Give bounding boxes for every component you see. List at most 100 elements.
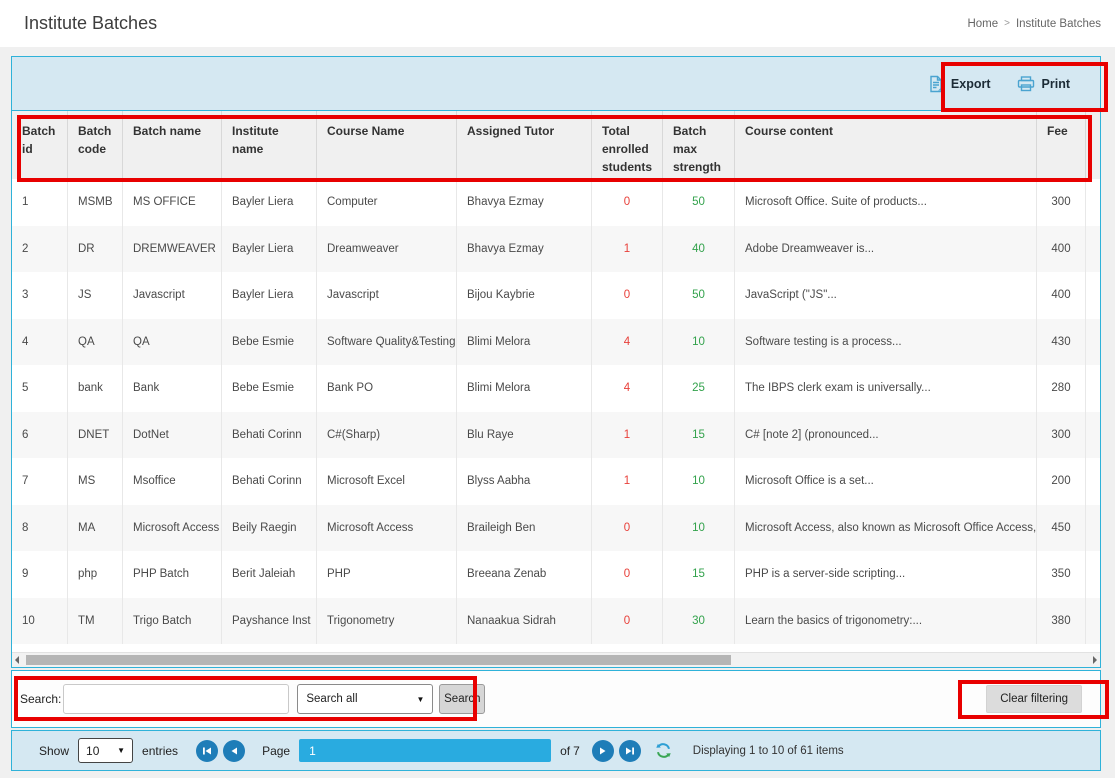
cell-batch_code: php [68,551,123,598]
topbar: Institute Batches Home > Institute Batch… [0,0,1115,47]
clear-filtering-button[interactable]: Clear filtering [986,685,1082,713]
breadcrumb-separator: > [1004,18,1010,29]
first-page-button[interactable] [196,740,218,762]
cell-course_content: Adobe Dreamweaver is... [735,226,1037,273]
cell-spacer [1086,272,1100,319]
cell-max_strength: 10 [663,458,735,505]
cell-course_name: Microsoft Excel [317,458,457,505]
cell-batch_name: DREMWEAVER [123,226,222,273]
column-header-batch_name[interactable]: Batch name [123,111,222,179]
cell-batch_name: Msoffice [123,458,222,505]
horizontal-scrollbar[interactable] [12,652,1100,667]
cell-assigned_tutor: Blimi Melora [457,319,592,366]
cell-batch_id: 3 [12,272,68,319]
table-row[interactable]: 9phpPHP BatchBerit JaleiahPHPBreeana Zen… [12,551,1100,598]
search-input[interactable] [63,684,289,714]
cell-fee: 400 [1037,272,1086,319]
cell-course_content: Microsoft Office is a set... [735,458,1037,505]
breadcrumb-home[interactable]: Home [967,18,998,30]
column-header-batch_id[interactable]: Batch id [12,111,68,179]
cell-spacer [1086,598,1100,645]
table-row[interactable]: 2DRDREMWEAVERBayler LieraDreamweaverBhav… [12,226,1100,273]
refresh-button[interactable] [655,742,672,759]
entries-per-page-select[interactable]: 10 ▼ [78,738,133,763]
cell-batch_name: DotNet [123,412,222,459]
cell-batch_name: QA [123,319,222,366]
cell-max_strength: 10 [663,319,735,366]
cell-course_name: C#(Sharp) [317,412,457,459]
cell-fee: 350 [1037,551,1086,598]
table-row[interactable]: 5bankBankBebe EsmieBank POBlimi Melora42… [12,365,1100,412]
cell-assigned_tutor: Blu Raye [457,412,592,459]
cell-institute_name: Bayler Liera [222,179,317,226]
search-field-select[interactable]: Search all ▼ [297,684,433,714]
table-row[interactable]: 7MSMsofficeBehati CorinnMicrosoft ExcelB… [12,458,1100,505]
next-page-button[interactable] [592,740,614,762]
cell-total_enrolled: 0 [592,179,663,226]
cell-course_content: JavaScript ("JS"... [735,272,1037,319]
cell-total_enrolled: 1 [592,412,663,459]
page-number-input[interactable] [299,739,551,762]
cell-batch_code: MA [68,505,123,552]
cell-spacer [1086,319,1100,366]
table-row[interactable]: 4QAQABebe EsmieSoftware Quality&TestingB… [12,319,1100,366]
cell-batch_code: MS [68,458,123,505]
cell-batch_id: 8 [12,505,68,552]
cell-assigned_tutor: Braileigh Ben [457,505,592,552]
search-bar: Search: Search all ▼ Search Clear filter… [11,670,1101,728]
column-header-max_strength[interactable]: Batch max strength [663,111,735,179]
chevron-down-icon: ▼ [416,695,424,704]
previous-page-button[interactable] [223,740,245,762]
cell-total_enrolled: 4 [592,319,663,366]
cell-batch_name: PHP Batch [123,551,222,598]
cell-fee: 280 [1037,365,1086,412]
column-header-fee[interactable]: Fee [1037,111,1086,179]
cell-max_strength: 30 [663,598,735,645]
cell-assigned_tutor: Breeana Zenab [457,551,592,598]
column-header-assigned_tutor[interactable]: Assigned Tutor [457,111,592,179]
cell-batch_name: Bank [123,365,222,412]
cell-max_strength: 10 [663,505,735,552]
cell-total_enrolled: 0 [592,598,663,645]
search-label: Search: [20,692,61,706]
cell-fee: 450 [1037,505,1086,552]
cell-batch_code: DR [68,226,123,273]
table-row[interactable]: 8MAMicrosoft AccessBeily RaeginMicrosoft… [12,505,1100,552]
cell-fee: 430 [1037,319,1086,366]
cell-batch_name: MS OFFICE [123,179,222,226]
column-header-batch_code[interactable]: Batch code [68,111,123,179]
column-header-course_name[interactable]: Course Name [317,111,457,179]
cell-spacer [1086,412,1100,459]
last-page-button[interactable] [619,740,641,762]
cell-max_strength: 40 [663,226,735,273]
table-row[interactable]: 10TMTrigo BatchPayshance InstTrigonometr… [12,598,1100,645]
cell-batch_code: bank [68,365,123,412]
breadcrumb: Home > Institute Batches [967,18,1101,30]
scrollbar-thumb[interactable] [26,655,731,665]
cell-course_name: Dreamweaver [317,226,457,273]
export-button[interactable]: Export [928,75,991,93]
cell-batch_id: 4 [12,319,68,366]
cell-max_strength: 15 [663,412,735,459]
print-button[interactable]: Print [1017,76,1070,92]
table-body: 1MSMBMS OFFICEBayler LieraComputerBhavya… [12,179,1100,644]
search-button[interactable]: Search [439,684,485,714]
cell-institute_name: Bayler Liera [222,272,317,319]
column-header-total_enrolled[interactable]: Total enrolled students [592,111,663,179]
cell-total_enrolled: 4 [592,365,663,412]
table-row[interactable]: 3JSJavascriptBayler LieraJavascriptBijou… [12,272,1100,319]
cell-batch_code: DNET [68,412,123,459]
cell-total_enrolled: 0 [592,272,663,319]
cell-spacer [1086,226,1100,273]
scroll-right-arrow[interactable] [1093,656,1097,664]
cell-max_strength: 50 [663,179,735,226]
pagination-bar: Show 10 ▼ entries Page of 7 Disp [11,730,1101,771]
column-header-course_content[interactable]: Course content [735,111,1037,179]
batches-panel: Export Print Batch idBatch codeBatch nam… [11,56,1101,668]
table-row[interactable]: 6DNETDotNetBehati CorinnC#(Sharp)Blu Ray… [12,412,1100,459]
cell-batch_name: Trigo Batch [123,598,222,645]
cell-assigned_tutor: Bijou Kaybrie [457,272,592,319]
column-header-institute_name[interactable]: Institute name [222,111,317,179]
scroll-left-arrow[interactable] [15,656,19,664]
table-row[interactable]: 1MSMBMS OFFICEBayler LieraComputerBhavya… [12,179,1100,226]
